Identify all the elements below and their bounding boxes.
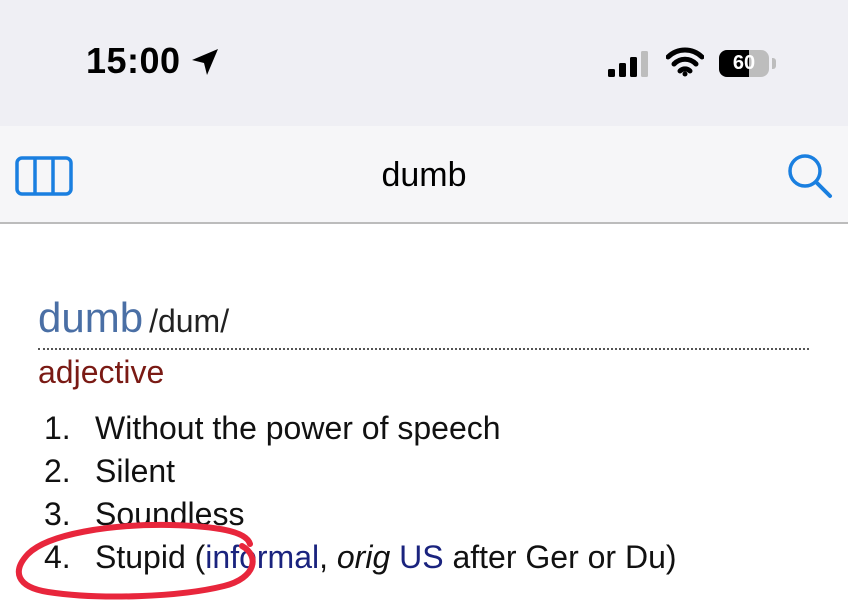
us-link[interactable]: US [399, 539, 443, 575]
headword: dumb [38, 294, 144, 341]
sense-text: Without the power of speech [95, 410, 501, 446]
battery-cap [772, 58, 776, 69]
sense-text: Silent [95, 453, 176, 489]
part-of-speech: adjective [38, 354, 165, 390]
sense-number: 3. [44, 496, 71, 532]
dictionary-entry: dumb/dum/ adjective 1. Without the power… [0, 224, 848, 600]
status-time: 15:00 [86, 40, 181, 81]
pronunciation: /dum/ [149, 303, 230, 339]
sense-number: 4. [44, 539, 71, 575]
navigation-bar: dumb [0, 126, 848, 224]
sense-text: Stupid (informal, orig US after Ger or D… [95, 539, 677, 576]
wifi-icon [666, 47, 704, 77]
cellular-signal-icon [608, 51, 648, 77]
sense-text-start: Stupid ( [95, 539, 206, 575]
headword-line: dumb/dum/ [38, 294, 809, 350]
location-arrow-icon [192, 49, 218, 75]
app-screen: 15:00 60 dumb dumb /dum/ adjective 1. Wi… [0, 0, 848, 600]
sense-number: 1. [44, 410, 71, 446]
sense-text-end: after Ger or Du) [443, 539, 677, 575]
sense-number: 2. [44, 453, 71, 489]
comma: , [319, 539, 337, 575]
battery-level: 60 [732, 52, 756, 74]
informal-link[interactable]: informal [205, 539, 319, 575]
orig-label: orig [336, 539, 391, 575]
battery-icon: 60 [719, 50, 769, 77]
status-bar: 15:00 60 [0, 0, 848, 126]
nav-title: dumb [381, 156, 467, 194]
search-icon[interactable] [784, 150, 834, 200]
sense-text: Soundless [95, 496, 245, 532]
